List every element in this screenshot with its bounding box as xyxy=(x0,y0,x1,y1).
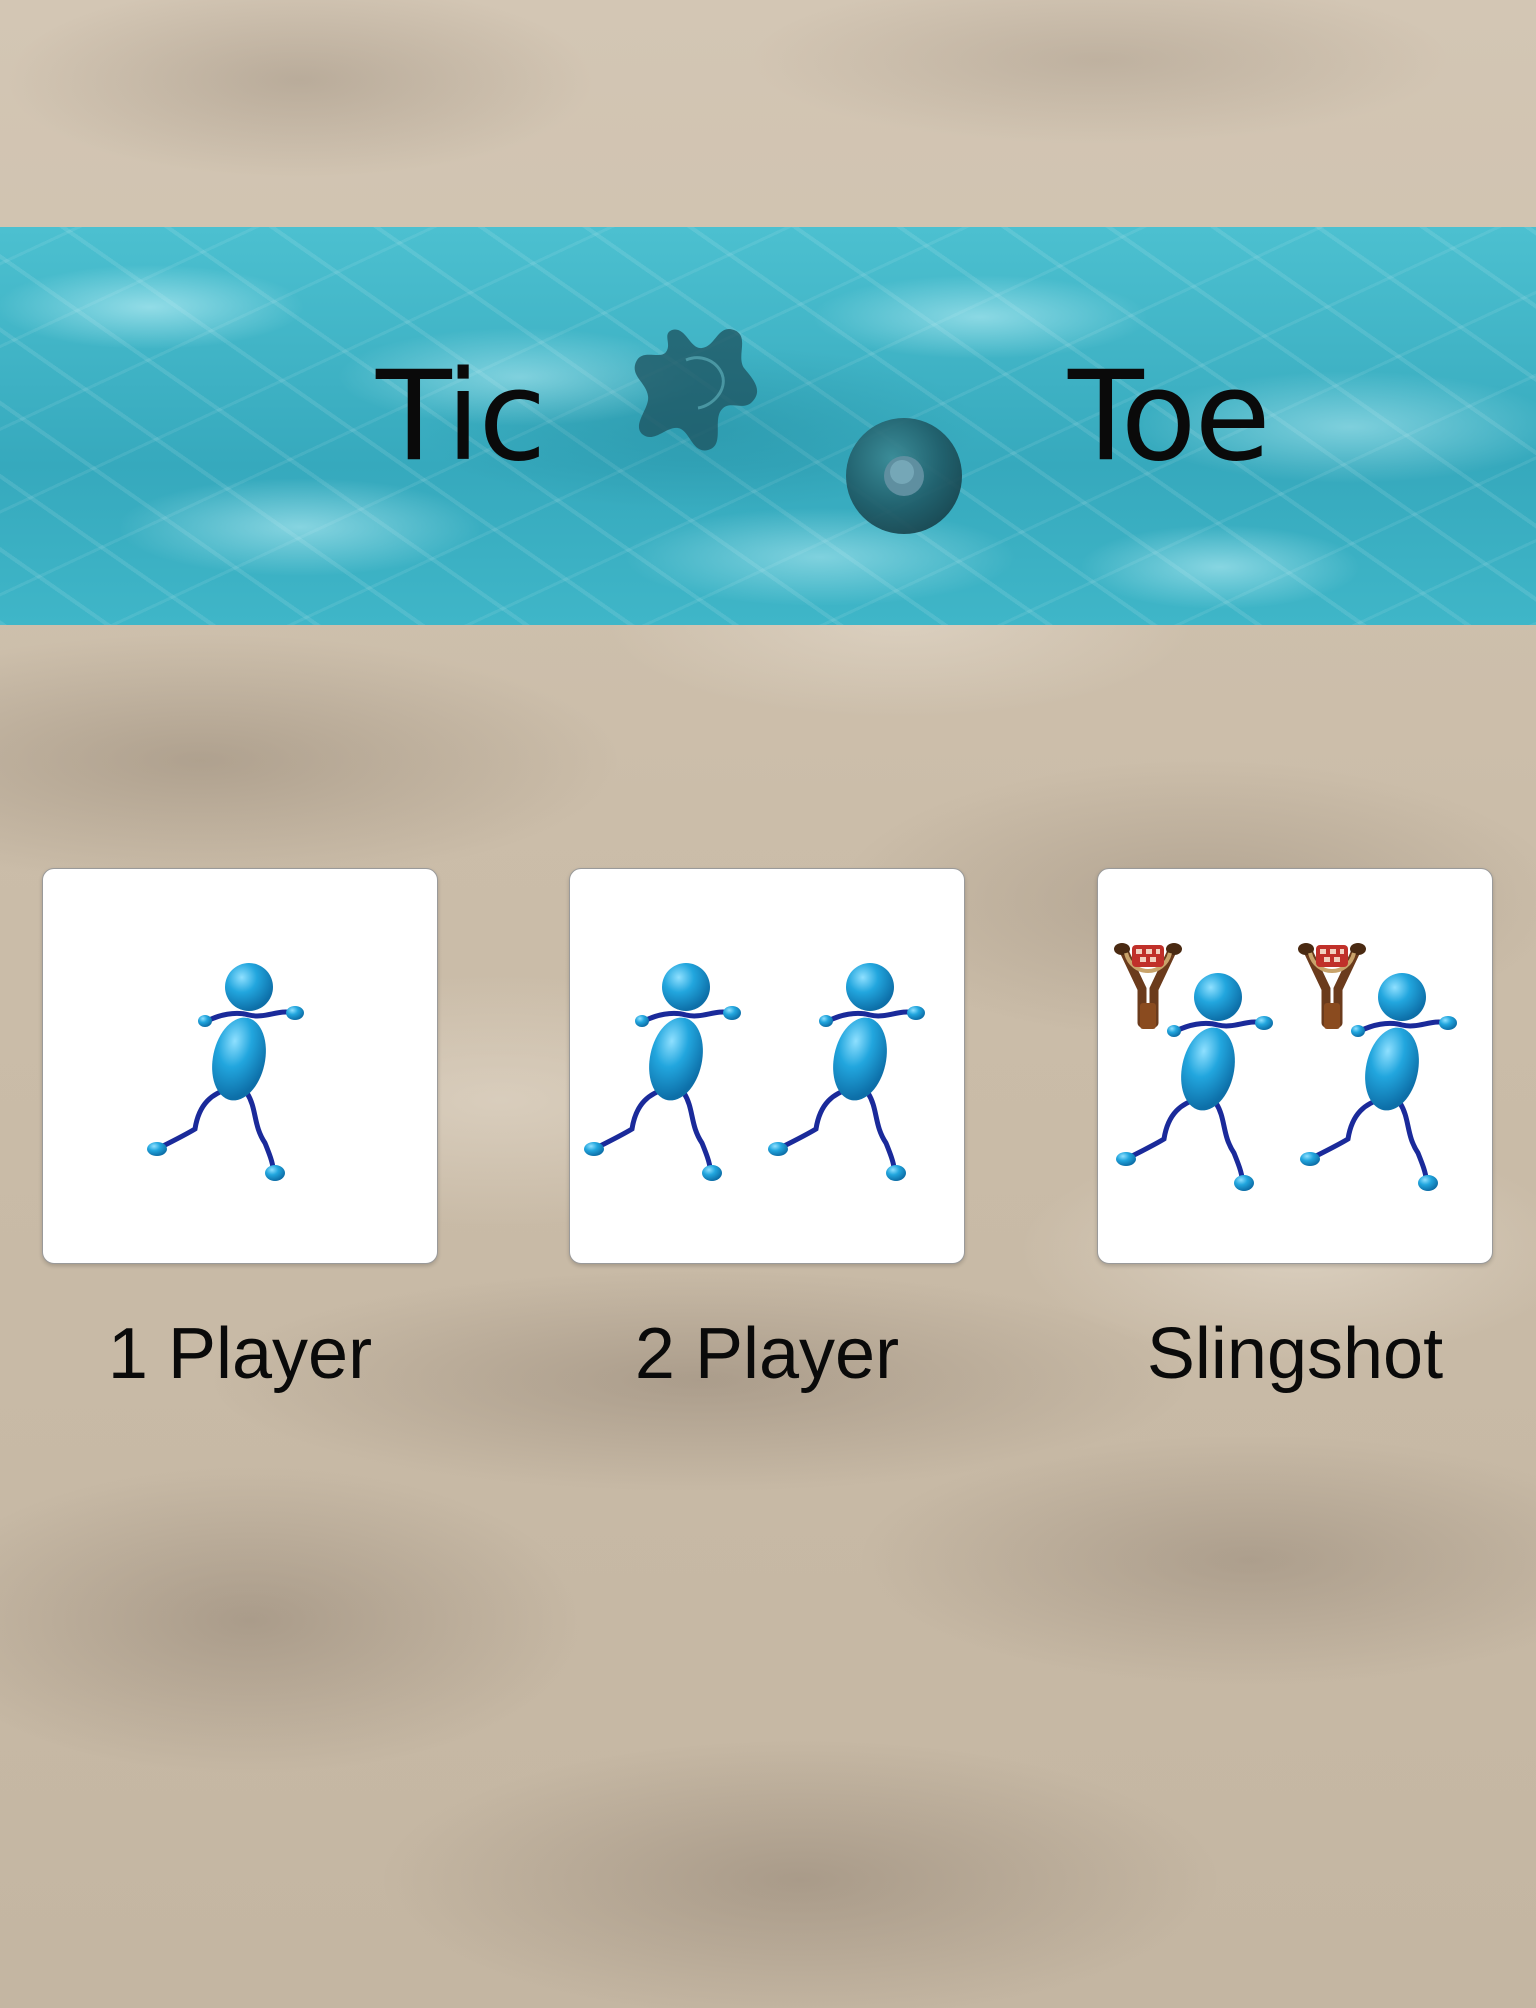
title-banner xyxy=(0,227,1536,625)
one-player-button[interactable] xyxy=(42,868,438,1264)
two-runners-icon xyxy=(570,869,966,1265)
ring-o-icon xyxy=(846,418,962,534)
title-tic: Tic xyxy=(376,345,547,489)
slingshot-button[interactable] xyxy=(1097,868,1493,1264)
slingshot-label[interactable]: Slingshot xyxy=(1085,1318,1505,1390)
two-player-button[interactable] xyxy=(569,868,965,1264)
one-player-label[interactable]: 1 Player xyxy=(30,1318,450,1390)
slingshot-runners-icon xyxy=(1098,869,1494,1265)
splash-x-icon xyxy=(634,328,758,451)
title-toe: Toe xyxy=(1068,345,1271,489)
two-player-label[interactable]: 2 Player xyxy=(557,1318,977,1390)
single-runner-icon xyxy=(43,869,439,1265)
